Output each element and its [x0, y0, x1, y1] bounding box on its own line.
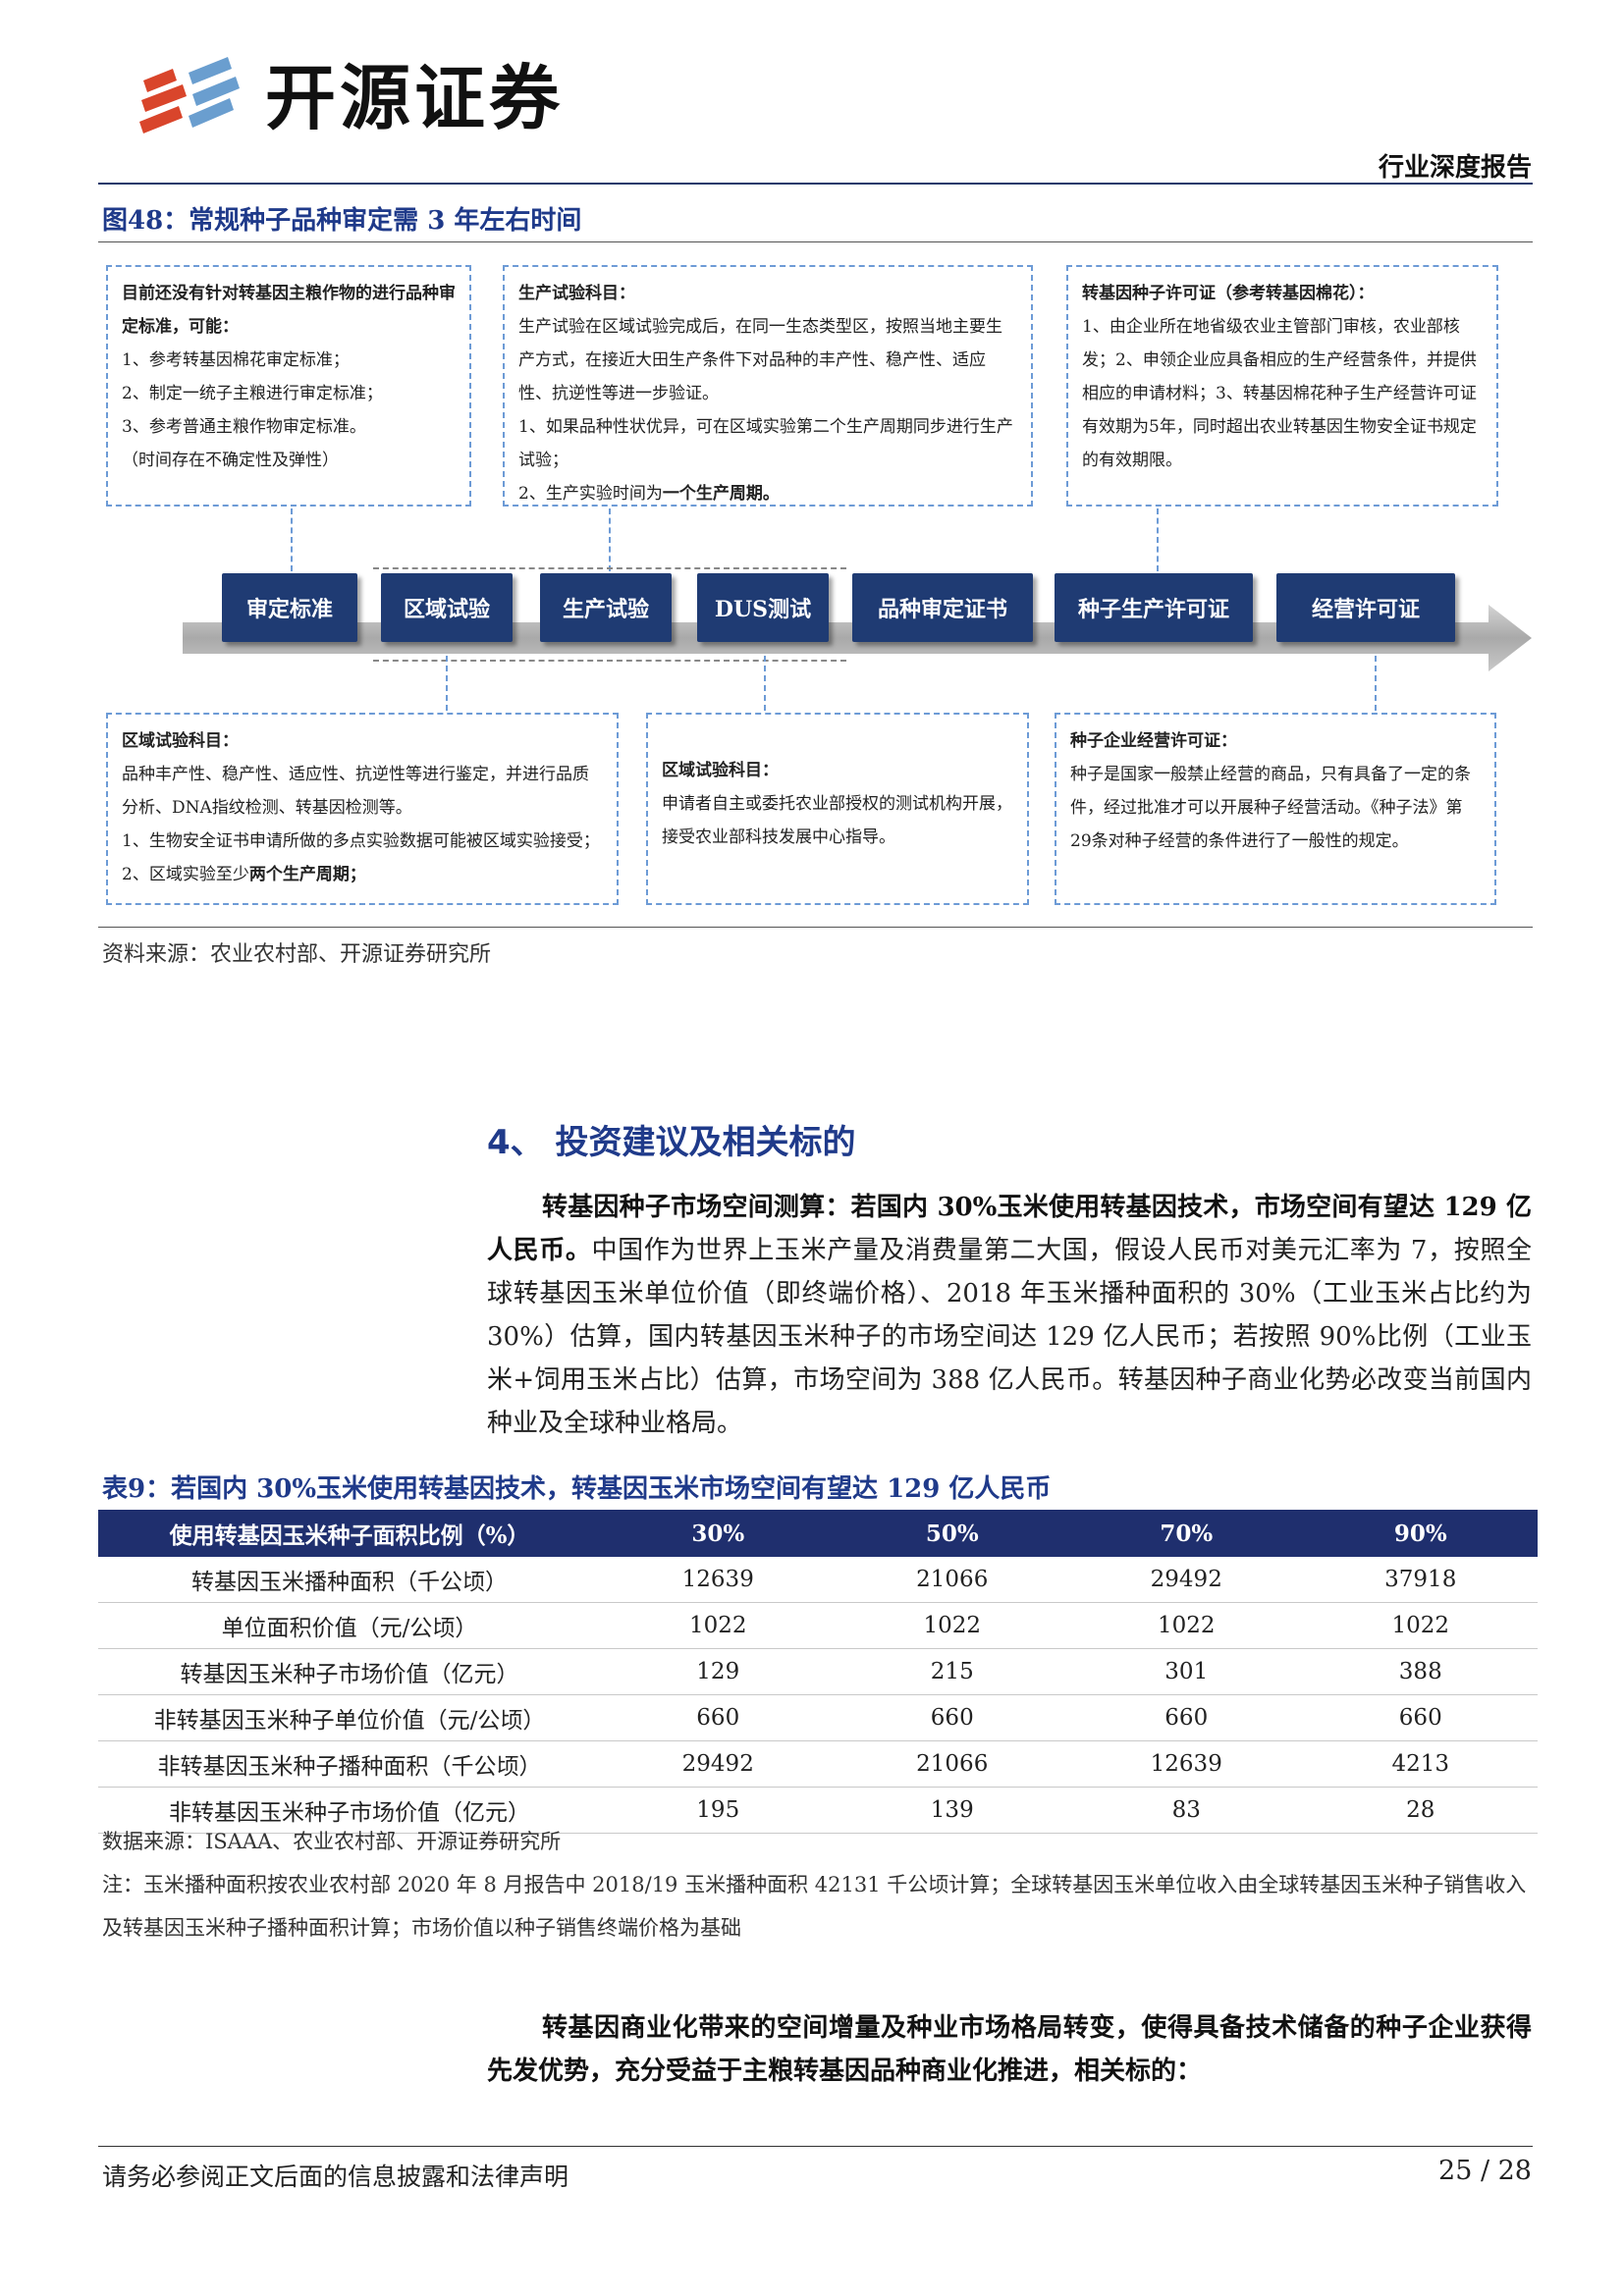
- connector-line: [446, 656, 448, 711]
- top-box-production-trial: 生产试验科目： 生产试验在区域试验完成后，在同一生态类型区，按照当地主要生产方式…: [503, 265, 1033, 507]
- table-cell: 660: [835, 1694, 1069, 1741]
- table-cell: 1022: [1069, 1602, 1304, 1649]
- figure-title: 图48：常规种子品种审定需 3 年左右时间: [102, 206, 582, 236]
- box-line: 2、制定一统子主粮进行审定标准；: [122, 384, 383, 403]
- box-line: 3、参考普通主粮作物审定标准。: [122, 417, 366, 437]
- box-line: 申请者自主或委托农业部授权的测试机构开展，接受农业部科技发展中心指导。: [662, 794, 1012, 847]
- table-row: 单位面积价值（元/公顷） 1022 1022 1022 1022: [98, 1602, 1538, 1649]
- row-label: 单位面积价值（元/公顷）: [98, 1602, 601, 1649]
- header-cell: 30%: [601, 1510, 836, 1557]
- box-line: 1、如果品种性状优异，可在区域实验第二个生产周期同步进行生产试验；: [518, 417, 1013, 470]
- connector-line: [291, 508, 293, 571]
- top-box-gm-license: 转基因种子许可证（参考转基因棉花）： 1、由企业所在地省级农业主管部门审核，农业…: [1066, 265, 1498, 507]
- table-cell: 37918: [1303, 1557, 1538, 1603]
- row-label: 非转基因玉米种子单位价值（元/公顷）: [98, 1694, 601, 1741]
- row-label: 转基因玉米种子市场价值（亿元）: [98, 1648, 601, 1695]
- table-cell: 660: [1303, 1694, 1538, 1741]
- table-cell: 12639: [1069, 1740, 1304, 1788]
- section-heading: 4、 投资建议及相关标的: [487, 1123, 856, 1162]
- paragraph-body: 中国作为世界上玉米产量及消费量第二大国，假设人民币对美元汇率为 7，按照全球转基…: [487, 1236, 1532, 1438]
- figure-top-rule: [98, 241, 1533, 242]
- logo-text: 开源证券: [265, 57, 565, 139]
- box-title: 转基因种子许可证（参考转基因棉花）：: [1082, 284, 1375, 303]
- box-title: 种子企业经营许可证：: [1070, 731, 1237, 751]
- table-cell: 215: [835, 1648, 1069, 1695]
- logo-mark-icon: [139, 57, 240, 133]
- box-title: 区域试验科目：: [122, 731, 239, 751]
- box-title: 生产试验科目：: [518, 284, 635, 303]
- table-cell: 301: [1069, 1648, 1304, 1695]
- connector-line: [764, 656, 766, 711]
- box-line: 种子是国家一般禁止经营的商品，只有具备了一定的条件，经过批准才可以开展种子经营活…: [1070, 765, 1471, 851]
- box-title: 区域试验科目：: [662, 761, 779, 780]
- table-cell: 660: [601, 1694, 836, 1741]
- box-line: （时间存在不确定性及弹性）: [122, 451, 339, 470]
- stage-approval-standard: 审定标准: [222, 573, 357, 642]
- table-cell: 139: [835, 1787, 1069, 1834]
- report-type: 行业深度报告: [1378, 153, 1532, 183]
- row-label: 转基因玉米播种面积（千公顷）: [98, 1557, 601, 1603]
- header-cell: 使用转基因玉米种子面积比例（%）: [98, 1510, 601, 1557]
- box-line: 2、生产实验时间为一个生产周期。: [518, 484, 780, 504]
- table-cell: 28: [1303, 1787, 1538, 1834]
- connector-line: [1375, 656, 1377, 711]
- table-cell: 1022: [601, 1602, 836, 1649]
- stage-dus-test: DUS测试: [697, 573, 829, 642]
- bottom-box-seed-business-license: 种子企业经营许可证： 种子是国家一般禁止经营的商品，只有具备了一定的条件，经过批…: [1055, 713, 1496, 905]
- box-title: 目前还没有针对转基因主粮作物的进行品种审定标准，可能：: [122, 284, 456, 337]
- stage-regional-trial: 区域试验: [381, 573, 513, 642]
- table-cell: 29492: [1069, 1557, 1304, 1603]
- table-cell: 1022: [835, 1602, 1069, 1649]
- table-cell: 4213: [1303, 1740, 1538, 1788]
- table-cell: 660: [1069, 1694, 1304, 1741]
- bottom-box-dus-test: 区域试验科目： 申请者自主或委托农业部授权的测试机构开展，接受农业部科技发展中心…: [646, 713, 1029, 905]
- table-cell: 83: [1069, 1787, 1304, 1834]
- page-number: 25 / 28: [1438, 2156, 1532, 2186]
- bottom-box-regional-trial: 区域试验科目： 品种丰产性、稳产性、适应性、抗逆性等进行鉴定，并进行品质分析、D…: [106, 713, 619, 905]
- table-cell: 12639: [601, 1557, 836, 1603]
- box-line: 生产试验在区域试验完成后，在同一生态类型区，按照当地主要生产方式，在接近大田生产…: [518, 317, 1002, 403]
- paragraph-lead: 转基因商业化带来的空间增量及种业市场格局转变，使得具备技术储备的种子企业获得先发…: [487, 2013, 1532, 2086]
- table-cell: 195: [601, 1787, 836, 1834]
- header-cell: 70%: [1069, 1510, 1304, 1557]
- table-header-row: 使用转基因玉米种子面积比例（%） 30% 50% 70% 90%: [98, 1510, 1538, 1557]
- table-cell: 21066: [835, 1740, 1069, 1788]
- paragraph-beneficiaries: 转基因商业化带来的空间增量及种业市场格局转变，使得具备技术储备的种子企业获得先发…: [487, 2006, 1532, 2093]
- table-title: 表9：若国内 30%玉米使用转基因技术，转基因玉米市场空间有望达 129 亿人民…: [102, 1474, 1052, 1504]
- table-note: 注：玉米播种面积按农业农村部 2020 年 8 月报告中 2018/19 玉米播…: [102, 1873, 1527, 1940]
- stage-business-license: 经营许可证: [1276, 573, 1455, 642]
- stage-production-trial: 生产试验: [540, 573, 672, 642]
- footer-disclaimer: 请务必参阅正文后面的信息披露和法律声明: [102, 2163, 569, 2191]
- figure-source: 资料来源：农业农村部、开源证券研究所: [102, 942, 492, 967]
- box-line: 1、生物安全证书申请所做的多点实验数据可能被区域实验接受；2、区域实验至少两个生…: [122, 831, 600, 884]
- table-cell: 129: [601, 1648, 836, 1695]
- table-row: 非转基因玉米种子播种面积（千公顷） 29492 21066 12639 4213: [98, 1740, 1538, 1788]
- header-divider: [98, 183, 1533, 185]
- box-line: 1、参考转基因棉花审定标准；: [122, 350, 350, 370]
- connector-line: [609, 508, 611, 571]
- table-cell: 388: [1303, 1648, 1538, 1695]
- box-line: 1、由企业所在地省级农业主管部门审核，农业部核发；2、申领企业应具备相应的生产经…: [1082, 317, 1477, 470]
- table-row: 转基因玉米播种面积（千公顷） 12639 21066 29492 37918: [98, 1557, 1538, 1603]
- stage-variety-certificate: 品种审定证书: [852, 573, 1033, 642]
- header-cell: 90%: [1303, 1510, 1538, 1557]
- table-row: 转基因玉米种子市场价值（亿元） 129 215 301 388: [98, 1648, 1538, 1695]
- table-cell: 1022: [1303, 1602, 1538, 1649]
- header-cell: 50%: [835, 1510, 1069, 1557]
- table-row: 非转基因玉米种子单位价值（元/公顷） 660 660 660 660: [98, 1694, 1538, 1741]
- stage-production-license: 种子生产许可证: [1055, 573, 1253, 642]
- paragraph-market-size: 转基因种子市场空间测算：若国内 30%玉米使用转基因技术，市场空间有望达 129…: [487, 1186, 1532, 1445]
- box-line: 品种丰产性、稳产性、适应性、抗逆性等进行鉴定，并进行品质分析、DNA指纹检测、转…: [122, 765, 589, 818]
- row-label: 非转基因玉米种子播种面积（千公顷）: [98, 1740, 601, 1788]
- top-box-standard: 目前还没有针对转基因主粮作物的进行品种审定标准，可能： 1、参考转基因棉花审定标…: [106, 265, 471, 507]
- connector-line: [1157, 508, 1159, 571]
- table-source: 数据来源：ISAAA、农业农村部、开源证券研究所: [102, 1830, 562, 1853]
- market-space-table: 使用转基因玉米种子面积比例（%） 30% 50% 70% 90% 转基因玉米播种…: [98, 1510, 1538, 1834]
- table-cell: 29492: [601, 1740, 836, 1788]
- table-cell: 21066: [835, 1557, 1069, 1603]
- footer-divider: [98, 2146, 1533, 2147]
- figure-bottom-rule: [98, 927, 1533, 928]
